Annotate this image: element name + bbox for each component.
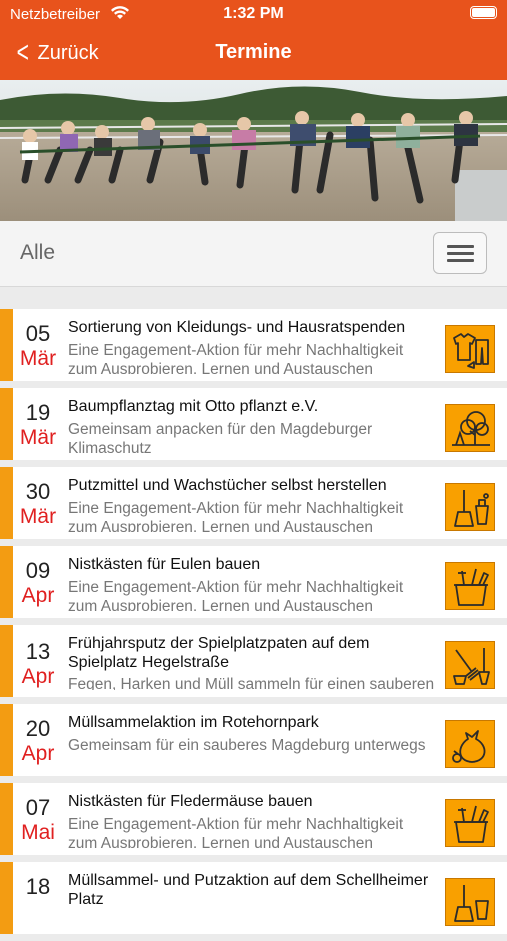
event-row[interactable]: 30 Mär Putzmittel und Wachstücher selbst…	[0, 467, 507, 539]
event-month: Apr	[21, 742, 55, 765]
event-subtitle: Eine Engagement-Aktion für mehr Nachhalt…	[68, 500, 404, 532]
rake-icon	[445, 641, 495, 689]
battery-icon	[470, 6, 497, 19]
event-title: Müllsammelaktion im Rotehornpark	[68, 714, 319, 731]
event-title: Nistkästen für Eulen bauen	[68, 556, 261, 573]
event-subtitle: Gemeinsam für ein sauberes Magdeburg unt…	[68, 737, 426, 754]
event-list: 05 Mär Sortierung von Kleidungs- und Hau…	[0, 309, 507, 941]
cleaning-icon	[445, 483, 495, 531]
event-title: Frühjahrsputz der Spielplatzpaten auf de…	[68, 635, 370, 671]
event-row[interactable]: 05 Mär Sortierung von Kleidungs- und Hau…	[0, 309, 507, 381]
page-title: Termine	[215, 41, 292, 63]
navigation-bar: < Zurück Termine	[0, 28, 507, 80]
event-accent-bar	[0, 625, 13, 697]
event-accent-bar	[0, 546, 13, 618]
event-month: Mai	[21, 821, 55, 844]
filter-bar: Alle	[0, 221, 507, 287]
trash-bag-icon	[445, 720, 495, 768]
event-month: Apr	[21, 584, 55, 607]
tree-icon	[445, 404, 495, 452]
hamburger-line-icon	[447, 252, 474, 255]
event-row[interactable]: 09 Apr Nistkästen für Eulen bauen Eine E…	[0, 546, 507, 618]
tools-icon	[445, 799, 495, 847]
event-row[interactable]: 07 Mai Nistkästen für Fledermäuse bauen …	[0, 783, 507, 855]
hamburger-line-icon	[447, 245, 474, 248]
event-accent-bar	[0, 862, 13, 934]
status-bar: Netzbetreiber 1:32 PM	[0, 0, 507, 28]
clock: 1:32 PM	[223, 5, 284, 22]
event-subtitle: Fegen, Harken und Müll sammeln für einen…	[68, 676, 435, 690]
event-accent-bar	[0, 467, 13, 539]
hamburger-line-icon	[447, 259, 474, 262]
event-month: Apr	[21, 665, 55, 688]
cleaning-icon	[445, 878, 495, 926]
event-subtitle: Gemeinsam anpacken für den Magdeburger K…	[68, 421, 373, 453]
event-row[interactable]: 19 Mär Baumpflanztag mit Otto pflanzt e.…	[0, 388, 507, 460]
filter-label[interactable]: Alle	[20, 241, 55, 265]
header-photo	[0, 80, 507, 221]
event-day: 19	[25, 400, 51, 425]
tools-icon	[445, 562, 495, 610]
event-month: Mär	[19, 505, 57, 528]
event-subtitle: Eine Engagement-Aktion für mehr Nachhalt…	[68, 816, 404, 848]
menu-button[interactable]	[433, 232, 487, 274]
event-accent-bar	[0, 704, 13, 776]
event-accent-bar	[0, 388, 13, 460]
event-row[interactable]: 13 Apr Frühjahrsputz der Spielplatzpaten…	[0, 625, 507, 697]
event-title: Müllsammel- und Putzaktion auf dem Schel…	[68, 872, 429, 908]
event-day: 20	[25, 716, 51, 741]
event-day: 09	[25, 558, 51, 583]
event-title: Sortierung von Kleidungs- und Hausratspe…	[68, 319, 406, 336]
event-month: Mär	[19, 426, 57, 449]
event-day: 13	[25, 639, 51, 664]
event-subtitle: Eine Engagement-Aktion für mehr Nachhalt…	[68, 579, 404, 611]
event-day: 18	[25, 874, 51, 899]
event-accent-bar	[0, 309, 13, 381]
event-row[interactable]: 20 Apr Müllsammelaktion im Rotehornpark …	[0, 704, 507, 776]
event-day: 07	[25, 795, 51, 820]
event-title: Putzmittel und Wachstücher selbst herste…	[68, 477, 387, 494]
event-row[interactable]: 18 Müllsammel- und Putzaktion auf dem Sc…	[0, 862, 507, 934]
clothes-icon	[445, 325, 495, 373]
event-day: 05	[25, 321, 51, 346]
event-title: Nistkästen für Fledermäuse bauen	[68, 793, 313, 810]
event-subtitle: Eine Engagement-Aktion für mehr Nachhalt…	[68, 342, 404, 374]
event-title: Baumpflanztag mit Otto pflanzt e.V.	[68, 398, 319, 415]
event-month: Mär	[19, 347, 57, 370]
event-accent-bar	[0, 783, 13, 855]
event-day: 30	[25, 479, 51, 504]
